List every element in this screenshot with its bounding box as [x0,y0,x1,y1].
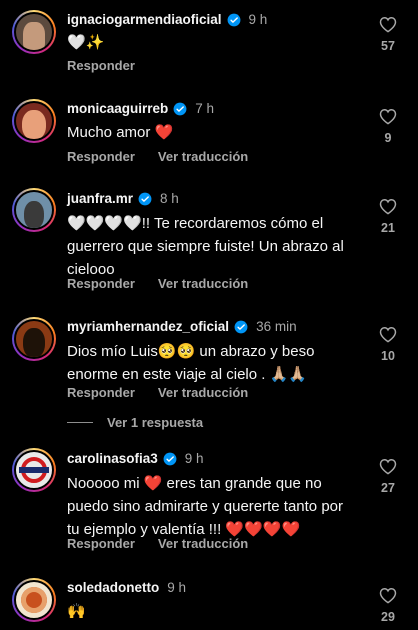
reply-button[interactable]: Responder [67,536,135,551]
comment-time: 8 h [160,191,179,206]
comment-time: 36 min [256,319,297,334]
reply-button[interactable]: Responder [67,58,135,73]
like-count: 21 [381,221,395,235]
comment-text: 🤍🤍🤍🤍!! Te recordaremos cómo el guerrero … [67,215,344,278]
translate-button[interactable]: Ver traducción [158,385,248,400]
avatar[interactable] [12,188,56,232]
comment-text: Dios mío Luis🥺🥺 un abrazo y beso enorme … [67,343,315,383]
avatar[interactable] [12,578,56,622]
like-count: 27 [381,481,395,495]
comment-item: juanfra.mr 8 h 🤍🤍🤍🤍!! Te recordaremos có… [0,180,418,310]
view-replies-label: Ver 1 respuesta [107,415,204,430]
view-replies-button[interactable]: Ver 1 respuesta [67,415,203,430]
comment-time: 9 h [184,451,204,466]
comment-username[interactable]: juanfra.mr [67,191,133,206]
like-button[interactable]: 57 [374,16,402,53]
like-count: 29 [381,610,395,624]
like-count: 57 [381,39,395,53]
comment-item: monicaaguirreb 7 h Mucho amor ❤️ Respond… [0,90,418,180]
heart-outline-icon [379,198,397,215]
reply-button[interactable]: Responder [67,385,135,400]
comment-username[interactable]: monicaaguirreb [67,101,168,116]
comment-item: myriamhernandez_oficial 36 min Dios mío … [0,310,418,440]
reply-button[interactable]: Responder [67,149,135,164]
comment-username[interactable]: carolinasofia3 [67,451,158,466]
verified-badge-icon [227,13,240,26]
comment-time: 9 h [248,12,268,27]
comment-item: carolinasofia3 9 h Nooooo mi ❤️ eres tan… [0,440,418,570]
reply-button[interactable]: Responder [67,276,135,291]
verified-badge-icon [138,192,152,205]
heart-outline-icon [379,16,397,33]
verified-badge-icon [163,452,177,465]
replies-divider [67,422,93,423]
like-button[interactable]: 10 [374,326,402,363]
verified-badge-icon [234,320,248,333]
like-button[interactable]: 29 [374,587,402,624]
comment-text: 🙌 [67,603,86,620]
comment-username[interactable]: myriamhernandez_oficial [67,319,229,334]
translate-button[interactable]: Ver traducción [158,276,248,291]
comment-text: 🤍✨ [67,34,105,51]
heart-outline-icon [379,326,397,343]
like-button[interactable]: 21 [374,198,402,235]
like-button[interactable]: 27 [374,458,402,495]
comment-username[interactable]: soledadonetto [67,580,159,595]
like-count: 10 [381,349,395,363]
comment-item: soledadonetto 9 h 🙌 29 [0,570,418,630]
avatar[interactable] [12,99,56,143]
heart-outline-icon [379,108,397,125]
comment-username[interactable]: ignaciogarmendiaoficial [67,12,222,27]
comment-time: 9 h [167,580,187,595]
heart-outline-icon [379,458,397,475]
avatar[interactable] [12,317,56,361]
comment-text: Mucho amor ❤️ [67,124,174,141]
heart-outline-icon [379,587,397,604]
translate-button[interactable]: Ver traducción [158,149,248,164]
like-count: 9 [384,131,392,145]
translate-button[interactable]: Ver traducción [158,536,248,551]
like-button[interactable]: 9 [374,108,402,145]
avatar[interactable] [12,10,56,54]
comment-time: 7 h [195,101,215,116]
comment-text: Nooooo mi ❤️ eres tan grande que no pued… [67,475,343,538]
comment-item: ignaciogarmendiaoficial 9 h 🤍✨ Responder… [0,0,418,90]
verified-badge-icon [173,102,187,115]
avatar[interactable] [12,448,56,492]
